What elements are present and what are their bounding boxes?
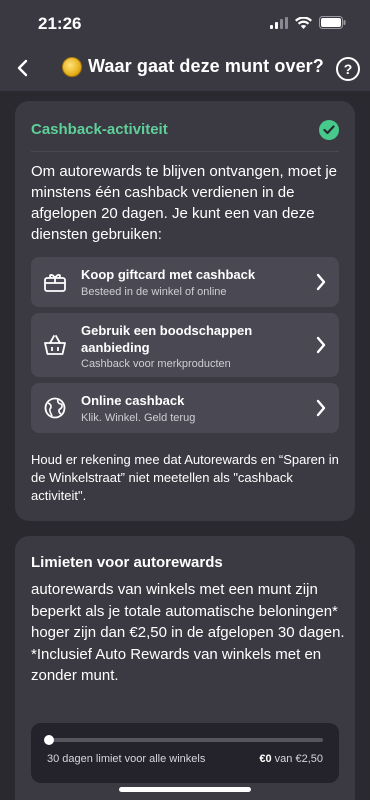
header-title-group: Waar gaat deze munt over?: [62, 56, 324, 77]
chevron-right-icon: [316, 399, 326, 417]
chevron-right-icon: [316, 273, 326, 291]
status-time: 21:26: [38, 14, 82, 33]
cashback-activity-card: Cashback-activiteit Om autorewards te bl…: [15, 101, 355, 521]
service-title: Online cashback: [81, 393, 185, 408]
current-amount: €0: [259, 753, 272, 765]
coin-icon: [62, 56, 82, 77]
back-button[interactable]: [10, 54, 34, 82]
limit-max-amount: €2,50: [295, 753, 323, 765]
page-title: Waar gaat deze munt over?: [88, 56, 324, 76]
service-title: Koop giftcard met cashback: [81, 267, 256, 282]
status-bar: 21:26: [0, 0, 370, 46]
cashback-activity-title: Cashback-activiteit: [31, 121, 168, 138]
chevron-right-icon: [316, 336, 326, 354]
status-icons: [270, 16, 346, 29]
limit-progress-knob: [44, 735, 54, 745]
question-mark-icon: ?: [343, 61, 353, 77]
limits-title: Limieten voor autorewards: [31, 554, 223, 571]
service-grocery-offer[interactable]: Gebruik een boodschappen aanbieding Cash…: [31, 313, 339, 377]
service-subtitle: Klik. Winkel. Geld terug: [81, 412, 196, 424]
service-title: Gebruik een boodschappen aanbieding: [81, 323, 253, 355]
limits-card: Limieten voor autorewards autorewards va…: [15, 536, 355, 800]
globe-icon: [44, 397, 66, 419]
help-button[interactable]: ?: [336, 57, 360, 81]
battery-icon: [319, 16, 346, 29]
service-subtitle: Cashback voor merkproducten: [81, 358, 231, 370]
card-divider: [31, 151, 339, 152]
wifi-icon: [295, 16, 312, 29]
check-circle-icon: [319, 120, 339, 140]
service-subtitle: Besteed in de winkel of online: [81, 286, 227, 298]
limit-progress-box: 30 dagen limiet voor alle winkels €0 van…: [31, 723, 339, 783]
signal-icon: [270, 16, 288, 29]
nav-header: Waar gaat deze munt over? ?: [0, 46, 370, 92]
home-indicator: [119, 787, 251, 792]
chevron-left-icon: [17, 59, 28, 77]
limit-progress-bar: [44, 735, 323, 745]
service-online-cashback[interactable]: Online cashback Klik. Winkel. Geld terug: [31, 383, 339, 433]
limit-label: 30 dagen limiet voor alle winkels: [47, 753, 206, 765]
cashback-note: Houd er rekening mee dat Autorewards en …: [31, 452, 339, 503]
service-giftcard[interactable]: Koop giftcard met cashback Besteed in de…: [31, 257, 339, 307]
basket-icon: [44, 335, 66, 355]
limit-amount: €0 van €2,50: [259, 753, 323, 765]
amount-separator: van: [274, 753, 293, 765]
cashback-intro-text: Om autorewards te blijven ontvangen, moe…: [31, 163, 337, 243]
gift-card-icon: [44, 274, 66, 292]
limits-text: autorewards van winkels met een munt zij…: [31, 581, 345, 684]
